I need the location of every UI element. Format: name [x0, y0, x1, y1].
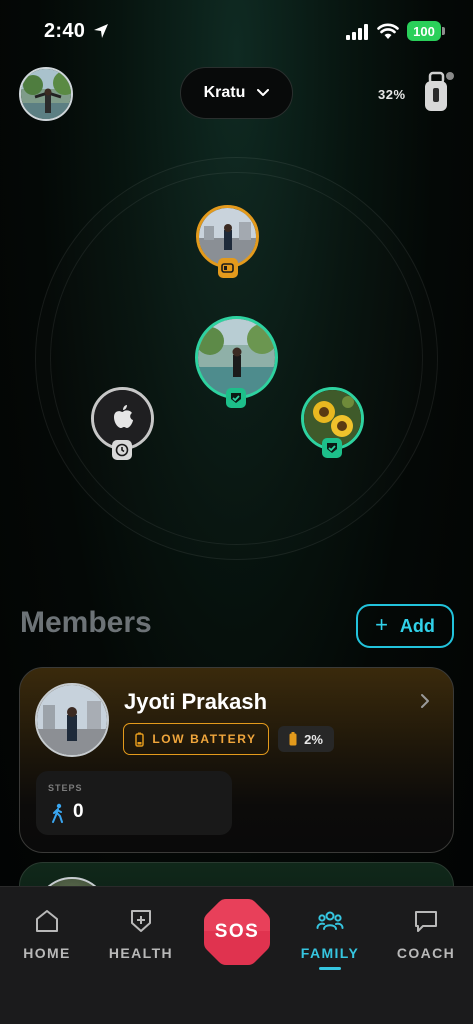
- chevron-down-icon: [257, 89, 270, 96]
- member-card[interactable]: Jyoti Prakash LOW BATTERY 2% STEPS 0: [19, 667, 454, 853]
- clock-icon: [112, 440, 132, 460]
- status-bar: 2:40 100: [0, 0, 473, 60]
- sos-label: SOS: [214, 921, 260, 942]
- health-shield-icon: [131, 910, 151, 932]
- home-icon: [36, 910, 58, 932]
- battery-percent-chip: 2%: [278, 726, 334, 752]
- nav-coach[interactable]: COACH: [381, 907, 471, 961]
- low-battery-badge-icon: [218, 258, 238, 278]
- add-member-button[interactable]: + Add: [356, 604, 454, 648]
- battery-indicator: 100: [407, 21, 441, 41]
- add-button-label: Add: [399, 615, 435, 636]
- safe-shield-icon: [322, 438, 342, 458]
- status-badge-label: LOW BATTERY: [152, 732, 257, 746]
- nav-coach-label: COACH: [396, 945, 456, 961]
- current-user-pin-photo: [198, 319, 275, 396]
- family-icon: [316, 911, 344, 930]
- chat-bubble-icon: [415, 911, 437, 932]
- user-avatar[interactable]: [19, 67, 73, 121]
- nav-health[interactable]: HEALTH: [96, 907, 186, 961]
- user-avatar-photo: [21, 69, 71, 119]
- device-battery-percent: 32%: [378, 87, 406, 102]
- member-avatar-photo: [37, 685, 107, 755]
- safe-shield-icon: [226, 388, 246, 408]
- active-tab-indicator: [319, 967, 341, 970]
- walking-person-icon: [52, 803, 63, 823]
- wifi-icon: [377, 23, 399, 39]
- member-avatar: [35, 683, 109, 757]
- steps-label: STEPS: [48, 783, 83, 793]
- location-arrow-icon: [94, 24, 108, 38]
- selected-person-name: Kratu: [203, 84, 246, 101]
- steps-tile[interactable]: STEPS 0: [36, 771, 232, 835]
- member-pin-photo: [199, 208, 256, 265]
- nav-home-label: HOME: [23, 945, 71, 961]
- battery-percent-value: 2%: [304, 731, 323, 747]
- nav-family[interactable]: FAMILY: [285, 907, 375, 970]
- battery-low-icon: [135, 732, 145, 747]
- tracker-device-icon[interactable]: [420, 70, 456, 116]
- battery-level-icon: [289, 732, 297, 746]
- member-name: Jyoti Prakash: [124, 689, 268, 714]
- nav-home[interactable]: HOME: [2, 907, 92, 961]
- sos-button[interactable]: SOS: [202, 897, 272, 967]
- status-time: 2:40: [44, 20, 86, 42]
- person-selector[interactable]: Kratu: [180, 67, 293, 119]
- plus-icon: +: [375, 612, 388, 637]
- apple-logo-icon: [94, 390, 151, 447]
- chevron-right-icon[interactable]: [418, 692, 432, 710]
- battery-nub: [442, 27, 445, 35]
- members-heading: Members: [20, 606, 152, 639]
- steps-value: 0: [73, 801, 84, 822]
- map-pin-current-user[interactable]: [195, 316, 278, 399]
- status-badge: LOW BATTERY: [123, 723, 269, 755]
- cellular-signal-icon: [346, 24, 368, 40]
- nav-family-label: FAMILY: [300, 945, 360, 961]
- nav-health-label: HEALTH: [108, 945, 174, 961]
